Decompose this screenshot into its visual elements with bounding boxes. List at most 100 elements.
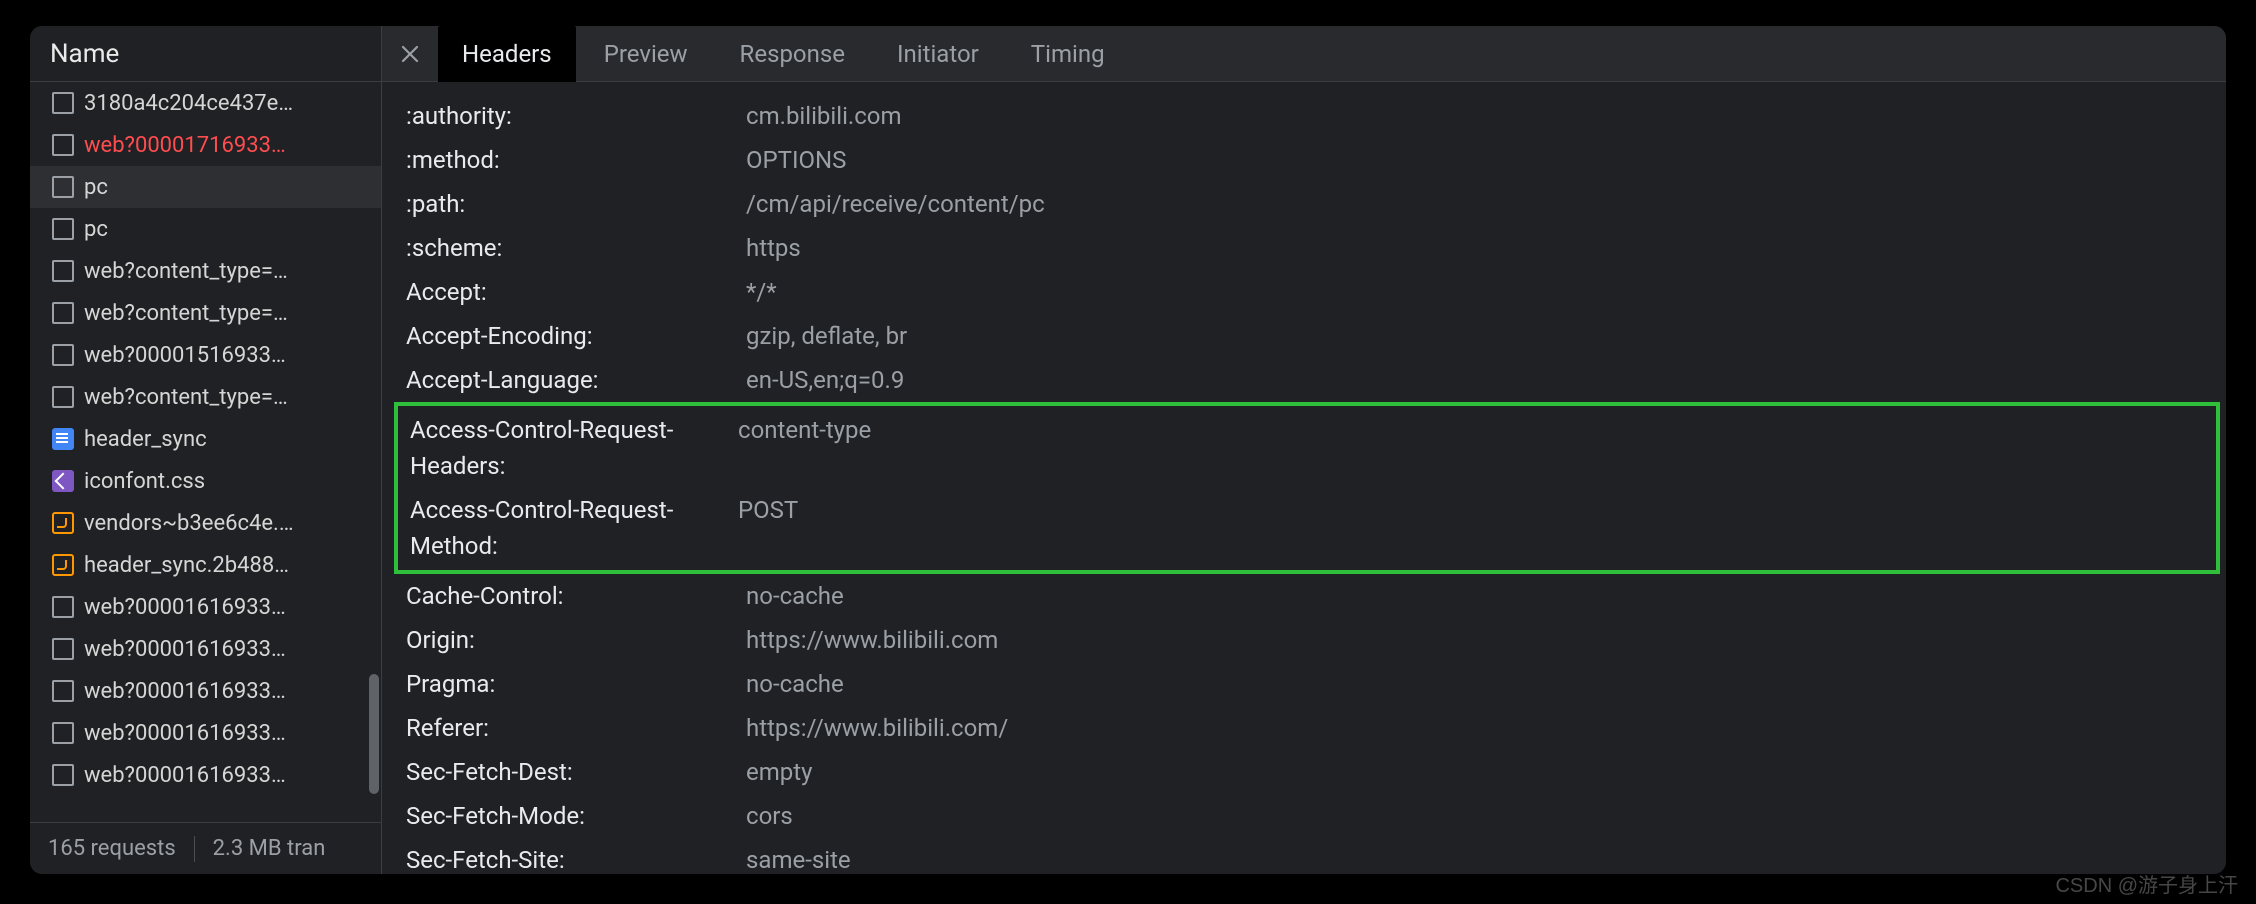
header-value: */* — [746, 274, 2226, 310]
request-name: web?00001616933… — [84, 679, 286, 704]
request-row[interactable]: web?00001616933… — [30, 628, 381, 670]
header-name: :scheme: — [406, 230, 746, 266]
header-name: :authority: — [406, 98, 746, 134]
tab-initiator[interactable]: Initiator — [873, 26, 1003, 82]
request-name: 3180a4c204ce437e… — [84, 91, 293, 116]
request-list[interactable]: 3180a4c204ce437e… web?00001716933… pc pc web… — [30, 82, 381, 822]
header-name: Accept: — [406, 274, 746, 310]
header-value: no-cache — [746, 578, 2226, 614]
request-row[interactable]: web?content_type=… — [30, 250, 381, 292]
request-row[interactable]: web?00001616933… — [30, 586, 381, 628]
close-icon — [401, 45, 419, 63]
manifest-icon — [52, 428, 74, 450]
tab-preview[interactable]: Preview — [580, 26, 712, 82]
request-name: web?content_type=… — [84, 259, 288, 284]
header-value: OPTIONS — [746, 142, 2226, 178]
summary-transferred: 2.3 MB tran — [213, 836, 326, 861]
column-name-header: Name — [50, 39, 119, 69]
tab-timing[interactable]: Timing — [1007, 26, 1129, 82]
request-name: web?00001616933… — [84, 721, 286, 746]
header-value: https://www.bilibili.com — [746, 622, 2226, 658]
header-value: en-US,en;q=0.9 — [746, 362, 2226, 398]
header-name: Sec-Fetch-Mode: — [406, 798, 746, 834]
request-row[interactable]: web?00001516933… — [30, 334, 381, 376]
header-row[interactable]: Sec-Fetch-Dest:empty — [382, 750, 2226, 794]
header-value: cors — [746, 798, 2226, 834]
request-row[interactable]: web?content_type=… — [30, 292, 381, 334]
header-name: Access-Control-Request-Headers: — [410, 412, 738, 484]
header-value: cm.bilibili.com — [746, 98, 2226, 134]
request-name: web?00001616933… — [84, 595, 286, 620]
script-icon — [52, 554, 74, 576]
request-row[interactable]: web?content_type=… — [30, 376, 381, 418]
header-name: Accept-Language: — [406, 362, 746, 398]
header-row[interactable]: :method:OPTIONS — [382, 138, 2226, 182]
document-icon — [52, 344, 74, 366]
close-details-button[interactable] — [390, 34, 430, 74]
request-row[interactable]: web?00001616933… — [30, 712, 381, 754]
request-list-header[interactable]: Name — [30, 26, 381, 82]
header-row[interactable]: Pragma:no-cache — [382, 662, 2226, 706]
document-icon — [52, 260, 74, 282]
header-value: same-site — [746, 842, 2226, 874]
header-name: Sec-Fetch-Site: — [406, 842, 746, 874]
header-name: Origin: — [406, 622, 746, 658]
request-row[interactable]: header_sync.2b488… — [30, 544, 381, 586]
header-value: empty — [746, 754, 2226, 790]
document-icon — [52, 722, 74, 744]
headers-detail[interactable]: :authority:cm.bilibili.com:method:OPTION… — [382, 82, 2226, 874]
header-row[interactable]: :authority:cm.bilibili.com — [382, 94, 2226, 138]
details-tabbar: Headers Preview Response Initiator Timin… — [382, 26, 2226, 82]
tab-label: Response — [740, 40, 845, 68]
request-row[interactable]: pc — [30, 208, 381, 250]
header-row[interactable]: Access-Control-Request-Headers:content-t… — [398, 408, 2216, 488]
request-name: web?content_type=… — [84, 385, 288, 410]
document-icon — [52, 638, 74, 660]
request-row[interactable]: web?00001616933… — [30, 754, 381, 796]
request-row[interactable]: pc — [30, 166, 381, 208]
header-value: /cm/api/receive/content/pc — [746, 186, 2226, 222]
header-row[interactable]: Accept-Language:en-US,en;q=0.9 — [382, 358, 2226, 402]
request-row[interactable]: iconfont.css — [30, 460, 381, 502]
header-name: Access-Control-Request-Method: — [410, 492, 738, 564]
header-row[interactable]: :scheme:https — [382, 226, 2226, 270]
tab-response[interactable]: Response — [716, 26, 869, 82]
header-row[interactable]: :path:/cm/api/receive/content/pc — [382, 182, 2226, 226]
request-name: web?content_type=… — [84, 301, 288, 326]
tab-label: Initiator — [897, 40, 979, 68]
header-value: gzip, deflate, br — [746, 318, 2226, 354]
header-row[interactable]: Access-Control-Request-Method:POST — [398, 488, 2216, 568]
tab-headers[interactable]: Headers — [438, 26, 576, 82]
request-row[interactable]: vendors~b3ee6c4e.… — [30, 502, 381, 544]
request-row[interactable]: header_sync — [30, 418, 381, 460]
watermark: CSDN @游子身上汗 — [2055, 869, 2238, 898]
request-name: web?00001716933… — [84, 133, 286, 158]
request-name: iconfont.css — [84, 469, 205, 494]
header-row[interactable]: Sec-Fetch-Site:same-site — [382, 838, 2226, 874]
divider — [194, 836, 195, 862]
request-row[interactable]: web?00001716933… — [30, 124, 381, 166]
stylesheet-icon — [52, 470, 74, 492]
header-row[interactable]: Referer:https://www.bilibili.com/ — [382, 706, 2226, 750]
summary-requests: 165 requests — [48, 836, 176, 861]
request-name: web?00001616933… — [84, 637, 286, 662]
header-value: POST — [738, 492, 2216, 528]
header-name: Cache-Control: — [406, 578, 746, 614]
scrollbar-thumb[interactable] — [369, 674, 379, 794]
header-row[interactable]: Accept:*/* — [382, 270, 2226, 314]
header-value: content-type — [738, 412, 2216, 448]
script-icon — [52, 512, 74, 534]
document-icon — [52, 596, 74, 618]
document-icon — [52, 386, 74, 408]
header-row[interactable]: Accept-Encoding:gzip, deflate, br — [382, 314, 2226, 358]
document-icon — [52, 764, 74, 786]
document-icon — [52, 680, 74, 702]
request-name: header_sync — [84, 427, 207, 452]
request-row[interactable]: web?00001616933… — [30, 670, 381, 712]
header-row[interactable]: Sec-Fetch-Mode:cors — [382, 794, 2226, 838]
header-row[interactable]: Cache-Control:no-cache — [382, 574, 2226, 618]
header-name: Pragma: — [406, 666, 746, 702]
request-row[interactable]: 3180a4c204ce437e… — [30, 82, 381, 124]
header-row[interactable]: Origin:https://www.bilibili.com — [382, 618, 2226, 662]
request-name: pc — [84, 175, 108, 200]
